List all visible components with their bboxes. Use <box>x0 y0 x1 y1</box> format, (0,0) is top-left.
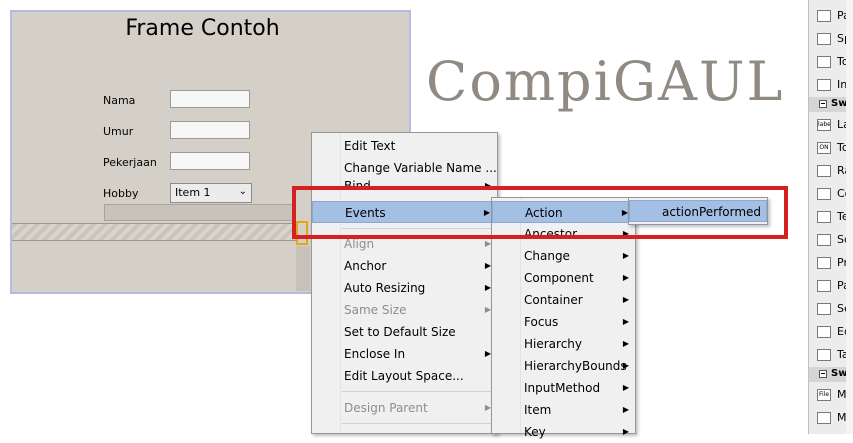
nama-field[interactable] <box>170 90 250 108</box>
menu-item-auto-resizing[interactable]: Auto Resizing ▶ <box>312 277 497 299</box>
hobby-combo-box[interactable]: Item 1 ⌄ <box>170 183 252 203</box>
pekerjaan-label: Pekerjaan <box>103 156 157 169</box>
menu-icon <box>817 412 831 424</box>
watermark: CompiGAUL <box>426 50 785 113</box>
internal-frame-icon <box>817 79 831 91</box>
menu-item-design-parent[interactable]: Design Parent ▶ <box>312 397 497 419</box>
chevron-down-icon: ⌄ <box>238 186 247 197</box>
menu-item-container[interactable]: Container ▶ <box>492 289 635 311</box>
collapse-icon <box>819 100 827 108</box>
editor-pane-icon <box>817 326 831 338</box>
menu-item-hierarchy[interactable]: Hierarchy ▶ <box>492 333 635 355</box>
submenu-arrow-icon: ▶ <box>622 317 629 326</box>
combo-box-icon <box>817 188 831 200</box>
scrollbar-icon <box>817 234 831 246</box>
panel-icon <box>817 10 831 22</box>
menu-separator <box>342 391 495 392</box>
context-menu: Edit Text Change Variable Name ... Bind ▶… <box>311 132 498 434</box>
toolbar-icon <box>817 56 831 68</box>
palette-scrollbar[interactable] <box>846 0 853 434</box>
submenu-arrow-icon: ▶ <box>622 251 629 260</box>
menu-item-enclose-in[interactable]: Enclose In ▶ <box>312 343 497 365</box>
submenu-arrow-icon: ▶ <box>622 339 629 348</box>
separator-component[interactable] <box>12 223 296 241</box>
component-strip <box>296 246 310 291</box>
menu-item-change-variable-name[interactable]: Change Variable Name ... <box>312 157 497 179</box>
button-component[interactable] <box>104 204 294 221</box>
frame-title: Frame Contoh <box>125 16 280 41</box>
table-icon <box>817 349 831 361</box>
password-field-icon <box>817 280 831 292</box>
nama-label: Nama <box>103 94 136 107</box>
separator-icon <box>817 303 831 315</box>
menu-item-component[interactable]: Component ▶ <box>492 267 635 289</box>
menu-item-edit-text[interactable]: Edit Text <box>312 135 497 157</box>
menu-item-hierarchy-bounds[interactable]: HierarchyBounds ▶ <box>492 355 635 377</box>
submenu-arrow-icon: ▶ <box>622 361 629 370</box>
progress-bar-icon <box>817 257 831 269</box>
umur-label: Umur <box>103 125 134 138</box>
submenu-arrow-icon: ▶ <box>622 273 629 282</box>
highlight-annotation <box>292 186 788 239</box>
menu-separator <box>342 423 495 424</box>
menu-item-anchor[interactable]: Anchor ▶ <box>312 255 497 277</box>
menu-item-same-size[interactable]: Same Size ▶ <box>312 299 497 321</box>
collapse-icon <box>819 370 827 378</box>
menu-item-item[interactable]: Item ▶ <box>492 399 635 421</box>
menu-item-key[interactable]: Key ▶ <box>492 421 635 443</box>
toggle-button-icon: ON <box>817 142 831 154</box>
submenu-arrow-icon: ▶ <box>622 383 629 392</box>
submenu-arrow-icon: ▶ <box>622 405 629 414</box>
label-icon: label <box>817 119 831 131</box>
menu-item-change[interactable]: Change ▶ <box>492 245 635 267</box>
submenu-arrow-icon: ▶ <box>622 427 629 436</box>
pekerjaan-field[interactable] <box>170 152 250 170</box>
umur-field[interactable] <box>170 121 250 139</box>
menu-bar-icon: File <box>817 389 831 401</box>
menu-item-edit-layout-space[interactable]: Edit Layout Space... <box>312 365 497 387</box>
menu-item-focus[interactable]: Focus ▶ <box>492 311 635 333</box>
hobby-label: Hobby <box>103 187 139 200</box>
menu-item-input-method[interactable]: InputMethod ▶ <box>492 377 635 399</box>
text-field-icon <box>817 211 831 223</box>
hobby-selected-value: Item 1 <box>175 186 211 199</box>
submenu-arrow-icon: ▶ <box>622 295 629 304</box>
split-pane-icon <box>817 33 831 45</box>
menu-item-set-default-size[interactable]: Set to Default Size <box>312 321 497 343</box>
radio-button-icon <box>817 165 831 177</box>
